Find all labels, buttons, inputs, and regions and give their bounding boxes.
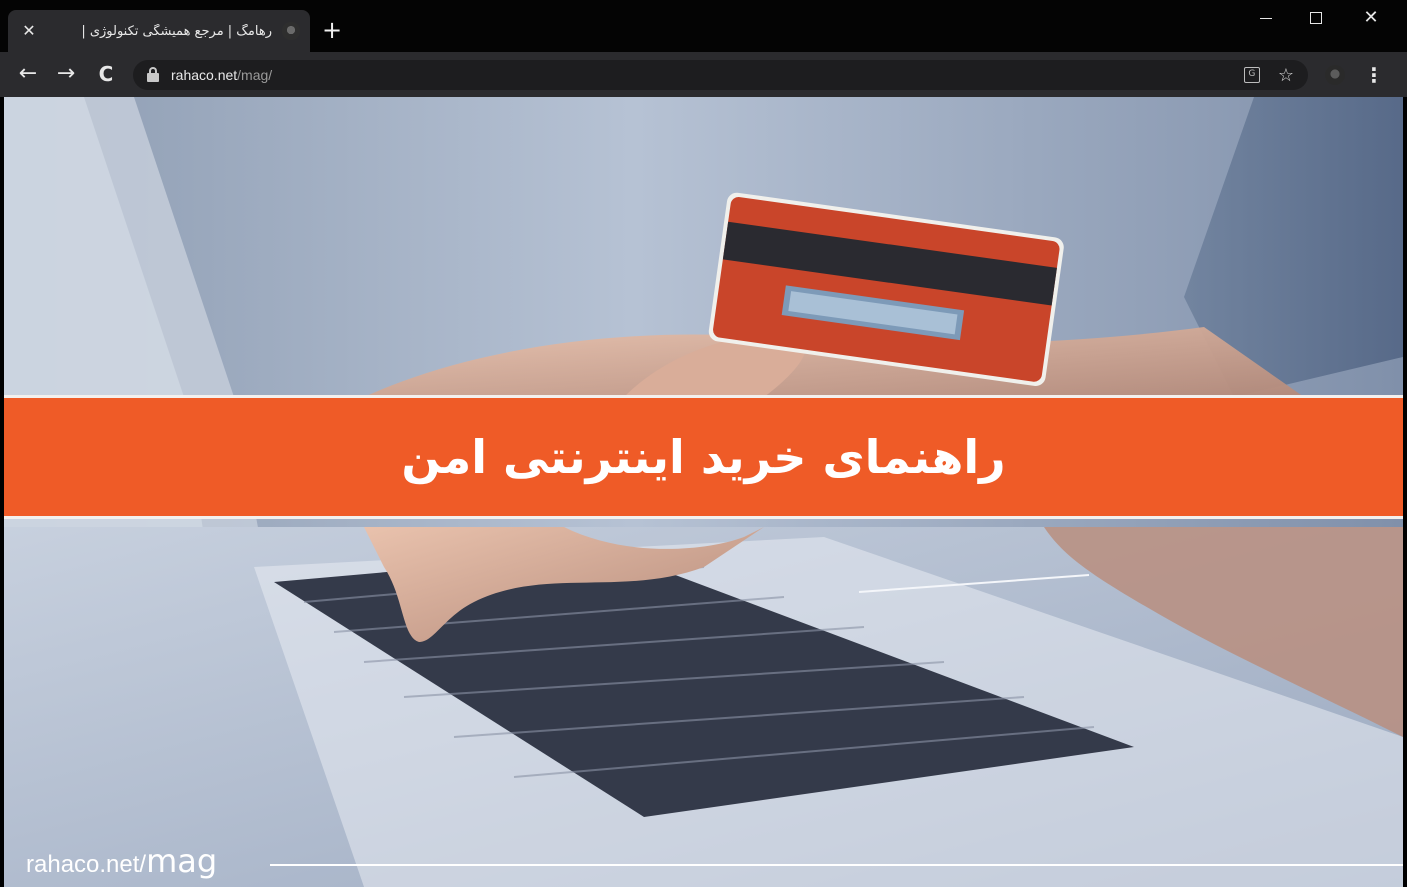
tab-title: رهامگ | مرجع همیشگی تکنولوژی | [81,23,272,39]
site-favicon-icon [282,22,300,40]
address-bar[interactable]: rahaco.net/mag/ G ☆ [133,60,1308,90]
window-close-button[interactable]: ✕ [1348,4,1394,32]
back-button[interactable]: ← [12,58,44,90]
footer-section: mag [146,842,218,880]
footer-site: rahaco.net/ [26,851,147,878]
menu-icon[interactable]: ⋮ [1362,60,1386,90]
minimize-button[interactable] [1243,4,1289,32]
tab-strip: رهامگ | مرجع همیشگی تکنولوژی | ✕ + ✕ [0,0,1407,52]
browser-toolbar: ← → C rahaco.net/mag/ G ☆ ⋮ [0,52,1407,97]
footer-brand: rahaco.net/mag [26,842,217,884]
translate-icon[interactable]: G [1243,67,1260,83]
star-icon[interactable]: ☆ [1278,65,1294,86]
lock-icon[interactable] [147,67,159,83]
maximize-icon [1310,12,1322,24]
extension-icon[interactable] [1325,65,1345,85]
url-text[interactable]: rahaco.net/mag/ [171,67,272,83]
maximize-button[interactable] [1293,4,1339,32]
browser-tab[interactable]: رهامگ | مرجع همیشگی تکنولوژی | ✕ [8,10,310,52]
reload-button[interactable]: C [90,58,122,90]
tab-close-icon[interactable]: ✕ [20,22,38,40]
new-tab-button[interactable]: + [318,16,346,44]
banner-title: راهنمای خرید اینترنتی امن [401,430,1006,484]
footer-divider [270,864,1403,866]
url-host: rahaco.net [171,67,238,83]
page-content: راهنمای خرید اینترنتی امن rahaco.net/mag [4,97,1403,887]
url-path: /mag/ [237,67,273,83]
minimize-icon [1260,17,1272,20]
title-banner: راهنمای خرید اینترنتی امن [4,395,1403,519]
forward-button[interactable]: → [50,58,82,90]
